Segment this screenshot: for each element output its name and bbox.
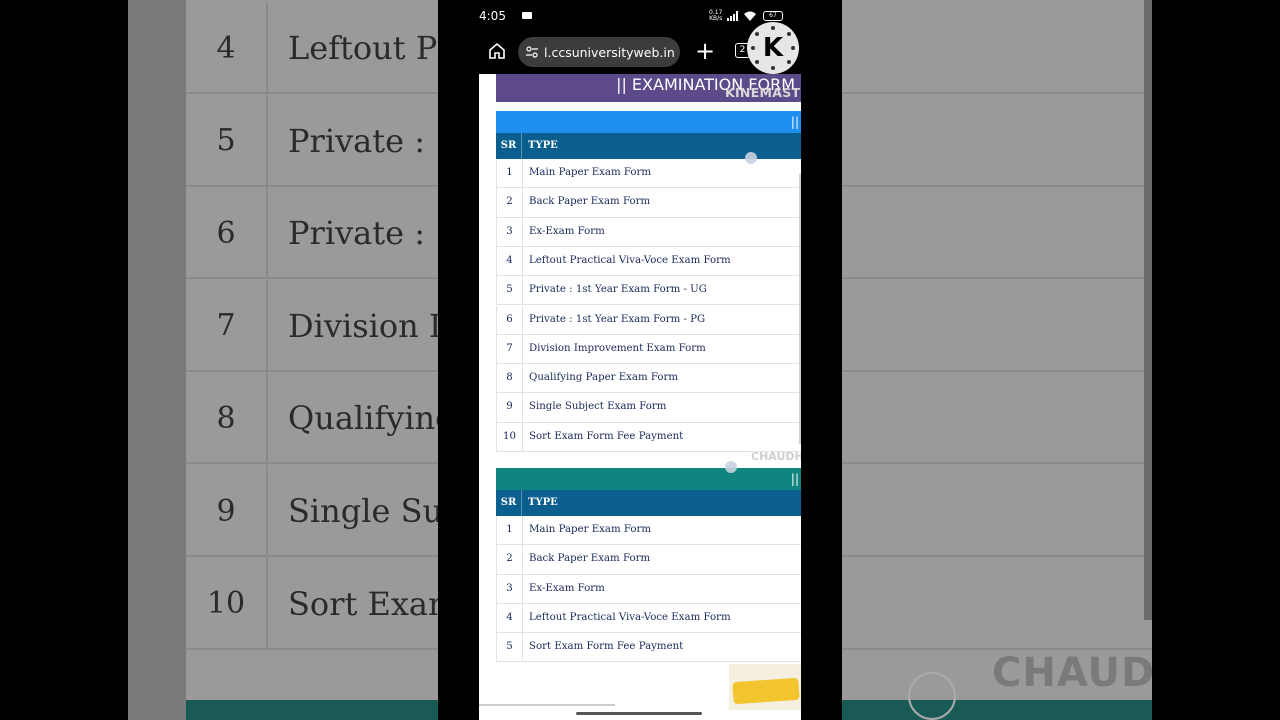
exam-form-link[interactable]: Private : 1st Year Exam Form - UG <box>529 276 707 304</box>
row-number: 4 <box>497 246 523 276</box>
browser-toolbar: l.ccsuniversityweb.in + 2 K <box>438 22 842 74</box>
promo-sticker <box>729 664 801 710</box>
exam-form-link[interactable]: Ex-Exam Form <box>529 218 605 246</box>
background-row-text: Private : 1 <box>288 121 456 160</box>
table-row[interactable]: 8 Qualifying Paper Exam Form <box>496 364 801 394</box>
table-row[interactable]: 1 Main Paper Exam Form <box>496 516 801 546</box>
row-number: 10 <box>497 422 523 451</box>
row-number: 3 <box>497 574 523 603</box>
home-icon[interactable] <box>488 42 506 60</box>
touch-indicator <box>725 461 737 473</box>
exam-form-link[interactable]: Leftout Practical Viva-Voce Exam Form <box>529 247 731 275</box>
row-number: 3 <box>497 217 523 246</box>
exam-form-link[interactable]: Back Paper Exam Form <box>529 188 650 216</box>
table-row[interactable]: 2 Back Paper Exam Form <box>496 188 801 218</box>
exam-form-link[interactable]: Main Paper Exam Form <box>529 516 651 544</box>
table-row[interactable]: 5 Private : 1st Year Exam Form - UG <box>496 276 801 306</box>
column-header-type: TYPE <box>528 497 558 508</box>
row-number: 5 <box>497 276 523 305</box>
table-row[interactable]: 5 Sort Exam Form Fee Payment <box>496 633 801 663</box>
battery-icon: 67 <box>763 11 783 21</box>
background-row-number: 4 <box>186 2 268 94</box>
background-row-number: 10 <box>186 557 268 650</box>
background-scrollbar <box>1144 0 1152 620</box>
row-number: 1 <box>497 159 523 188</box>
signal-icon <box>727 11 738 21</box>
background-row-number: 6 <box>186 187 268 280</box>
address-bar[interactable]: l.ccsuniversityweb.in <box>518 37 680 67</box>
section-bar-1: || <box>496 111 801 133</box>
wifi-icon <box>744 11 756 21</box>
table-row[interactable]: 10 Sort Exam Form Fee Payment <box>496 422 801 452</box>
web-page: || EXAMINATION FORM KINEMASTER || SR TYP… <box>479 74 801 720</box>
row-number: 9 <box>497 393 523 422</box>
background-row-number: 8 <box>186 372 268 465</box>
exam-form-link[interactable]: Private : 1st Year Exam Form - PG <box>529 306 705 334</box>
section-bar-2: || <box>496 468 801 490</box>
row-number: 4 <box>497 603 523 633</box>
row-number: 8 <box>497 364 523 393</box>
column-header-type: TYPE <box>528 140 558 151</box>
background-row-number: 5 <box>186 94 268 187</box>
background-row-number: 7 <box>186 279 268 372</box>
table-row[interactable]: 4 Leftout Practical Viva-Voce Exam Form <box>496 603 801 634</box>
gesture-home-indicator[interactable] <box>576 712 702 715</box>
column-header-sr: SR <box>496 490 522 516</box>
background-touch-circle <box>908 672 956 720</box>
column-header-sr: SR <box>496 133 522 159</box>
exam-form-link[interactable]: Back Paper Exam Form <box>529 545 650 573</box>
row-number: 6 <box>497 305 523 334</box>
table-row[interactable]: 3 Ex-Exam Form <box>496 217 801 247</box>
background-row-text: Leftout Pr <box>288 29 453 67</box>
table-row[interactable]: 4 Leftout Practical Viva-Voce Exam Form <box>496 246 801 277</box>
exam-form-link[interactable]: Main Paper Exam Form <box>529 159 651 187</box>
background-row-number: 9 <box>186 465 268 557</box>
exam-form-link[interactable]: Division Improvement Exam Form <box>529 335 706 363</box>
row-number: 1 <box>497 516 523 545</box>
exam-form-link[interactable]: Sort Exam Form Fee Payment <box>529 423 683 451</box>
kinemaster-watermark: KINEMASTER <box>725 85 801 100</box>
background-row-text: Sort Exam <box>288 584 459 623</box>
network-speed: 0.17 KB/s <box>709 9 723 22</box>
background-row-text: Division I <box>288 306 442 345</box>
table-scrollbar[interactable] <box>799 174 801 444</box>
table-row[interactable]: 9 Single Subject Exam Form <box>496 393 801 423</box>
new-tab-button[interactable]: + <box>693 36 717 66</box>
phone-screen: 4:05 0.17 KB/s 67 l.ccsuniversityweb.in +… <box>438 0 842 720</box>
site-settings-icon[interactable] <box>526 46 538 58</box>
page-scroll-indicator <box>479 704 615 706</box>
row-number: 2 <box>497 545 523 574</box>
table-row[interactable]: 3 Ex-Exam Form <box>496 574 801 604</box>
kinemaster-logo: K <box>747 22 799 74</box>
exam-form-link[interactable]: Sort Exam Form Fee Payment <box>529 633 683 661</box>
background-watermark: CHAUDHAR <box>992 650 1152 696</box>
table-row[interactable]: 1 Main Paper Exam Form <box>496 159 801 189</box>
touch-indicator <box>745 152 757 164</box>
table-row[interactable]: 6 Private : 1st Year Exam Form - PG <box>496 305 801 335</box>
screen-record-icon <box>522 12 532 19</box>
background-row-text: Private : 1 <box>288 214 456 253</box>
table-row[interactable]: 2 Back Paper Exam Form <box>496 545 801 575</box>
url-text: l.ccsuniversityweb.in <box>544 44 675 60</box>
row-number: 2 <box>497 188 523 217</box>
exam-form-link[interactable]: Single Subject Exam Form <box>529 393 666 421</box>
background-row-text: Qualifying <box>288 399 456 438</box>
status-time: 4:05 <box>479 9 506 23</box>
table-2-header: SR TYPE <box>496 490 801 516</box>
row-number: 5 <box>497 633 523 662</box>
row-number: 7 <box>497 334 523 364</box>
table-row[interactable]: 7 Division Improvement Exam Form <box>496 334 801 365</box>
exam-form-link[interactable]: Leftout Practical Viva-Voce Exam Form <box>529 604 731 632</box>
exam-form-link[interactable]: Ex-Exam Form <box>529 575 605 603</box>
exam-form-link[interactable]: Qualifying Paper Exam Form <box>529 364 678 392</box>
page-watermark: CHAUDHAR <box>751 450 801 463</box>
